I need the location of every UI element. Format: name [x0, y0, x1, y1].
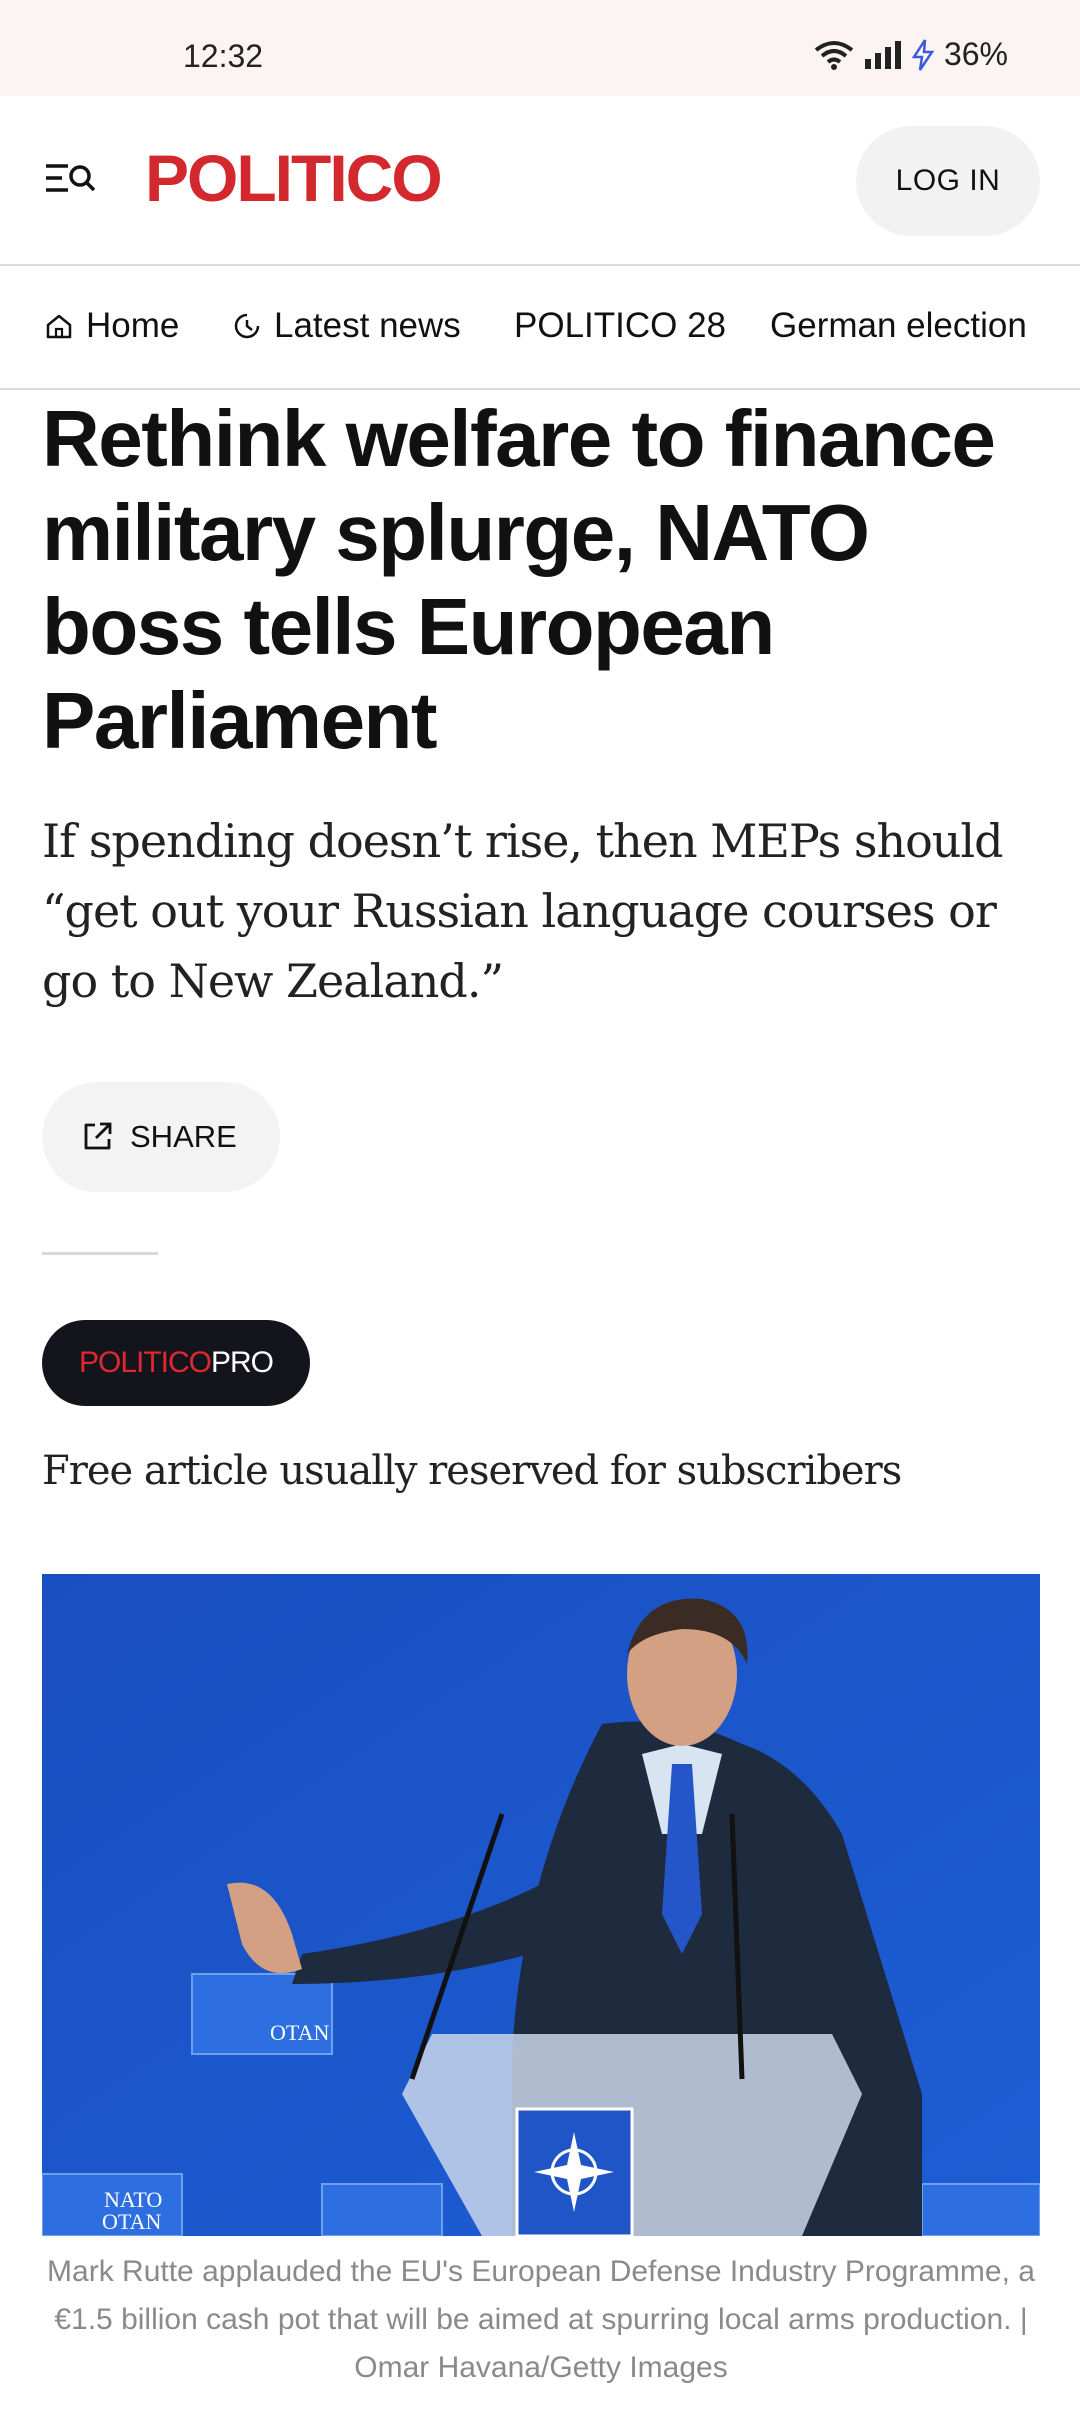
share-label: SHARE — [130, 1119, 237, 1154]
politico-logo[interactable]: POLITICO — [145, 140, 443, 216]
share-icon — [84, 1122, 112, 1150]
share-button[interactable]: SHARE — [42, 1082, 280, 1192]
signal-icon — [864, 40, 902, 69]
article-photo[interactable]: OTAN NATO OTAN — [42, 1574, 1040, 2236]
site-header: POLITICO LOG IN — [0, 96, 1080, 266]
sign-text: OTAN — [270, 2020, 329, 2045]
battery-level: 36% — [943, 36, 1008, 72]
clock-icon — [234, 313, 260, 339]
nav-item-latest-news[interactable]: Latest news — [232, 306, 461, 346]
home-icon — [46, 314, 72, 339]
nav-item-politico-28[interactable]: POLITICO 28 — [514, 306, 726, 346]
status-icons: 36% — [814, 36, 1008, 73]
section-nav: Home Latest news POLITICO 28 German elec… — [0, 266, 1080, 390]
charging-icon — [911, 38, 934, 71]
free-article-note: Free article usually reserved for subscr… — [42, 1448, 902, 1494]
status-bar: 12:32 36% — [0, 0, 1080, 96]
badge-part-pro: PRO — [211, 1346, 274, 1379]
nav-item-home[interactable]: Home — [44, 306, 179, 346]
divider — [42, 1252, 158, 1255]
nav-label: Home — [86, 306, 180, 345]
wifi-icon — [814, 40, 854, 70]
article-subhead: If spending doesn’t rise, then MEPs shou… — [42, 814, 1004, 1008]
sign-text: OTAN — [102, 2209, 161, 2234]
nav-label: German election — [770, 306, 1027, 345]
nav-label: Latest news — [274, 306, 461, 345]
photo-caption: Mark Rutte applauded the EU's European D… — [47, 2255, 1035, 2384]
politico-pro-badge: POLITICO PRO — [42, 1320, 310, 1406]
menu-search-icon — [46, 164, 96, 192]
status-time: 12:32 — [183, 38, 264, 74]
nav-label: POLITICO 28 — [514, 306, 727, 345]
menu-search-button[interactable] — [40, 150, 104, 210]
badge-part-politico: POLITICO — [78, 1346, 212, 1379]
article-headline: Rethink welfare to finance military splu… — [42, 394, 996, 765]
login-button[interactable]: LOG IN — [856, 126, 1040, 236]
nav-item-german-election[interactable]: German election — [770, 306, 1027, 346]
